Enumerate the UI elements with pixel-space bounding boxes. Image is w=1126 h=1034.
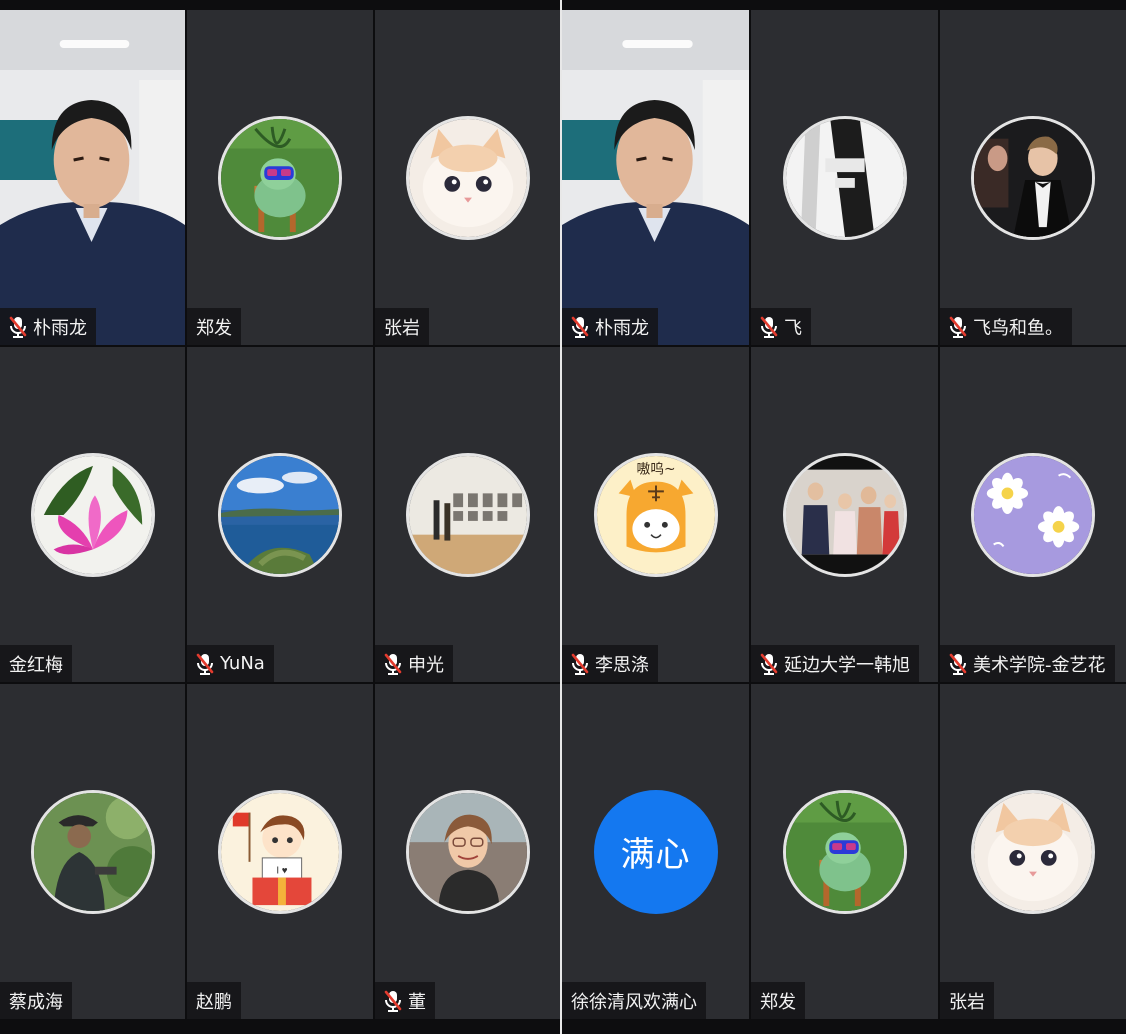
participant-tile[interactable]: 朴雨龙 [562, 10, 749, 345]
participant-name: 金红梅 [9, 654, 63, 676]
muted-mic-icon [9, 316, 27, 338]
participant-name: 张岩 [949, 991, 985, 1013]
muted-mic-icon [949, 316, 967, 338]
daisy-purple-avatar-icon [971, 452, 1095, 577]
participant-name-tag: 飞鸟和鱼。 [940, 308, 1072, 345]
participant-name: 赵鹏 [196, 991, 232, 1013]
muted-mic-icon [384, 653, 402, 675]
participant-name-tag: 郑发 [751, 982, 805, 1019]
participant-name-tag: YuNa [187, 645, 274, 682]
participant-tile[interactable]: 朴雨龙 [0, 10, 185, 345]
frog-avatar-icon [782, 789, 907, 914]
participant-name-tag: 郑发 [187, 308, 241, 345]
bw-portrait-avatar-icon [782, 115, 907, 240]
participant-tile[interactable]: 蔡成海 [0, 684, 185, 1019]
participant-tile[interactable]: 张岩 [375, 10, 560, 345]
participant-tile[interactable]: 延边大学一韩旭 [751, 347, 938, 682]
camera-video-feed [562, 10, 749, 345]
family-photo-avatar-icon [782, 452, 907, 577]
participant-name: YuNa [220, 653, 265, 674]
participant-name-tag: 朴雨龙 [562, 308, 658, 345]
participant-name: 蔡成海 [9, 991, 63, 1013]
tiger-cat-sticker-avatar-icon: 嗷呜~ [593, 452, 718, 577]
muted-mic-icon [760, 653, 778, 675]
text-avatar: 满心 [593, 789, 718, 914]
participant-name-tag: 徐徐清风欢满心 [562, 982, 706, 1019]
participant-tile[interactable]: 金红梅 [0, 347, 185, 682]
participant-name: 飞 [784, 317, 802, 339]
participant-name: 郑发 [760, 991, 796, 1013]
participant-name: 董 [408, 991, 426, 1013]
participant-name: 飞鸟和鱼。 [973, 317, 1063, 339]
participant-name-tag: 金红梅 [0, 645, 72, 682]
participant-name-tag: 赵鹏 [187, 982, 241, 1019]
gallery-avatar-icon [405, 452, 530, 577]
participant-name-tag: 申光 [375, 645, 453, 682]
participant-name: 美术学院-金艺花 [973, 654, 1106, 676]
participant-tile[interactable]: 申光 [375, 347, 560, 682]
participant-tile[interactable]: 飞鸟和鱼。 [940, 10, 1126, 345]
participant-tile[interactable]: 满心 徐徐清风欢满心 [562, 684, 749, 1019]
participant-tile[interactable]: 张岩 [940, 684, 1126, 1019]
participant-tile[interactable]: 董 [375, 684, 560, 1019]
participant-name-tag: 飞 [751, 308, 811, 345]
right-meeting-panel: 朴雨龙 飞 飞鸟和鱼。 嗷呜~ 李思涤 延边大学一韩旭 美术学院-金艺花 满心 … [562, 10, 1126, 1024]
participant-name-tag: 李思涤 [562, 645, 658, 682]
participant-name-tag: 蔡成海 [0, 982, 72, 1019]
participant-name: 徐徐清风欢满心 [571, 991, 697, 1013]
frog-avatar-icon [218, 115, 342, 240]
participant-tile[interactable]: 嗷呜~ 李思涤 [562, 347, 749, 682]
camera-video-feed [0, 10, 185, 345]
participant-tile[interactable]: 郑发 [751, 684, 938, 1019]
participant-name: 郑发 [196, 317, 232, 339]
muted-mic-icon [196, 653, 214, 675]
kitten-avatar-icon [971, 789, 1095, 914]
participant-name-tag: 延边大学一韩旭 [751, 645, 919, 682]
participant-name-tag: 朴雨龙 [0, 308, 96, 345]
tuxedo-man-avatar-icon [971, 115, 1095, 240]
participant-tile[interactable]: 飞 [751, 10, 938, 345]
participant-name: 朴雨龙 [33, 317, 87, 339]
kitten-avatar-icon [405, 115, 530, 240]
participant-tile[interactable]: YuNa [187, 347, 373, 682]
hiker-avatar-icon [30, 789, 155, 914]
participant-tile[interactable]: 郑发 [187, 10, 373, 345]
woman-portrait-avatar-icon [405, 789, 530, 914]
participant-name-tag: 张岩 [940, 982, 994, 1019]
left-meeting-panel: 朴雨龙 郑发 张岩 金红梅 YuNa 申光 蔡成海 赵鹏 董 [0, 10, 560, 1024]
pink-flower-avatar-icon [30, 452, 155, 577]
muted-mic-icon [571, 653, 589, 675]
muted-mic-icon [571, 316, 589, 338]
participant-name: 朴雨龙 [595, 317, 649, 339]
participant-tile[interactable]: 赵鹏 [187, 684, 373, 1019]
muted-mic-icon [949, 653, 967, 675]
participant-name: 延边大学一韩旭 [784, 654, 910, 676]
coast-landscape-avatar-icon [218, 452, 342, 577]
cartoon-boy-avatar-icon [218, 789, 342, 914]
sticker-text: 嗷呜~ [636, 461, 675, 477]
muted-mic-icon [384, 990, 402, 1012]
participant-name: 李思涤 [595, 654, 649, 676]
participant-tile[interactable]: 美术学院-金艺花 [940, 347, 1126, 682]
participant-name: 张岩 [384, 317, 420, 339]
participant-name-tag: 董 [375, 982, 435, 1019]
participant-name-tag: 美术学院-金艺花 [940, 645, 1115, 682]
participant-name-tag: 张岩 [375, 308, 429, 345]
muted-mic-icon [760, 316, 778, 338]
participant-name: 申光 [408, 654, 444, 676]
